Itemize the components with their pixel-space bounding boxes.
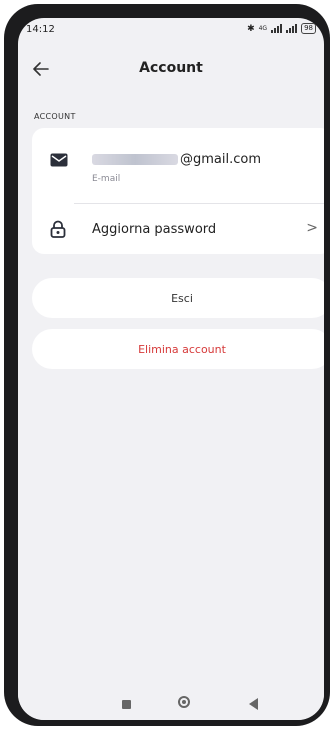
- email-domain: @gmail.com: [180, 152, 262, 167]
- delete-account-button[interactable]: Elimina account: [32, 329, 324, 369]
- home-icon[interactable]: [178, 696, 190, 708]
- page-title: Account: [139, 60, 203, 76]
- screen: 14:12 ✱ 4G 98 Account ACCOUNT @gmail.com…: [18, 18, 324, 720]
- back-icon[interactable]: [249, 698, 258, 710]
- logout-button[interactable]: Esci: [32, 278, 324, 318]
- mail-icon: [50, 152, 68, 171]
- masked-email-user: [92, 154, 178, 165]
- email-row[interactable]: @gmail.com E-mail: [32, 128, 324, 202]
- status-icons: ✱ 4G 98: [247, 23, 316, 34]
- email-value: @gmail.com: [92, 152, 261, 167]
- section-header: ACCOUNT: [34, 112, 76, 121]
- account-card: @gmail.com E-mail Aggiorna password >: [32, 128, 324, 254]
- network-type: 4G: [258, 25, 268, 32]
- email-caption: E-mail: [92, 174, 121, 184]
- battery-icon: 98: [301, 23, 316, 34]
- system-navigation-bar: [18, 690, 324, 720]
- signal-icon: [271, 24, 283, 33]
- status-bar: 14:12 ✱ 4G 98: [18, 18, 324, 40]
- update-password-label: Aggiorna password: [92, 222, 217, 237]
- status-time: 14:12: [26, 24, 55, 35]
- app-bar: Account: [18, 54, 324, 82]
- phone-frame: 14:12 ✱ 4G 98 Account ACCOUNT @gmail.com…: [4, 4, 330, 726]
- update-password-row[interactable]: Aggiorna password >: [32, 204, 324, 254]
- signal-icon-2: [286, 24, 298, 33]
- recent-apps-icon[interactable]: [122, 700, 131, 709]
- lock-icon: [50, 220, 66, 242]
- chevron-right-icon: >: [306, 220, 318, 236]
- bluetooth-icon: ✱: [247, 23, 255, 34]
